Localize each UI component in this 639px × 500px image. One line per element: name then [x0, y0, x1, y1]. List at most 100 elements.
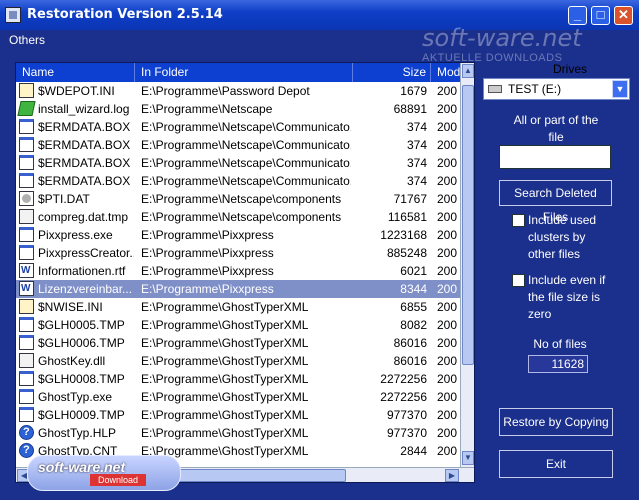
watermark-logo: soft-ware.net — [422, 24, 582, 52]
file-icon — [19, 299, 34, 314]
drive-icon — [488, 85, 502, 93]
table-row[interactable]: PixxpressCreator... E:\Programme\Pixxpres… — [16, 244, 460, 262]
table-row[interactable]: Informationen.rtf E:\Programme\Pixxpress 6… — [16, 262, 460, 280]
restore-by-copying-button[interactable]: Restore by Copying — [499, 408, 613, 436]
vertical-scroll-thumb[interactable] — [462, 85, 474, 365]
cell-name: $ERMDATA.BOX — [38, 138, 131, 152]
list-rows: $WDEPOT.INI E:\Programme\Password Depot 16… — [16, 82, 460, 466]
file-icon — [19, 353, 34, 368]
cell-size: 374 — [406, 156, 427, 170]
cell-name: GhostKey.dll — [38, 354, 106, 368]
vertical-scrollbar[interactable]: ▲ ▼ — [460, 63, 474, 467]
table-row[interactable]: GhostTyp.exe E:\Programme\GhostTyperXML 22… — [16, 388, 460, 406]
cell-name: $PTI.DAT — [38, 192, 90, 206]
cell-folder: E:\Programme\GhostTyperXML — [141, 372, 309, 386]
file-count-label: No of files — [533, 337, 587, 351]
cell-size: 374 — [406, 174, 427, 188]
file-icon — [19, 119, 34, 134]
horizontal-scroll-thumb[interactable] — [176, 469, 346, 482]
cell-mod: 200 — [437, 174, 458, 188]
cell-name: $NWISE.INI — [38, 300, 103, 314]
cell-folder: E:\Programme\Pixxpress — [141, 282, 274, 296]
drive-select[interactable]: TEST (E:) ▼ — [483, 78, 630, 100]
cell-mod: 200 — [437, 210, 458, 224]
cell-size: 977370 — [386, 408, 427, 422]
exit-button[interactable]: Exit — [499, 450, 613, 478]
menu-others[interactable]: Others — [9, 33, 45, 47]
file-icon — [19, 83, 34, 98]
cell-folder: E:\Programme\GhostTyperXML — [141, 300, 309, 314]
file-icon — [19, 191, 34, 206]
cell-mod: 200 — [437, 354, 458, 368]
cell-size: 2844 — [400, 444, 427, 458]
file-list[interactable]: Name In Folder Size Mod $WDEPOT.INI E:\Pr… — [15, 62, 475, 483]
help-file-icon — [19, 423, 34, 441]
cell-folder: E:\Programme\GhostTyperXML — [141, 408, 309, 422]
table-row[interactable]: $GLH0006.TMP E:\Programme\GhostTyperXML 86… — [16, 334, 460, 352]
include-used-clusters-label: Include used clusters by other files — [528, 213, 597, 261]
chevron-down-icon[interactable]: ▼ — [612, 80, 628, 98]
file-icon — [19, 335, 34, 350]
cell-folder: E:\Programme\Netscape — [141, 102, 273, 116]
cell-size: 1223168 — [380, 228, 427, 242]
table-row[interactable]: $NWISE.INI E:\Programme\GhostTyperXML 6855… — [16, 298, 460, 316]
cell-size: 6021 — [400, 264, 427, 278]
scroll-right-arrow-icon[interactable]: ▶ — [445, 469, 459, 482]
cell-name: GhostTyp.exe — [38, 390, 113, 404]
cell-folder: E:\Programme\GhostTyperXML — [141, 318, 309, 332]
column-header-folder[interactable]: In Folder — [135, 63, 353, 82]
scroll-down-arrow-icon[interactable]: ▼ — [462, 451, 474, 465]
cell-size: 71767 — [393, 192, 427, 206]
column-header-size[interactable]: Size — [353, 63, 431, 82]
maximize-button[interactable]: □ — [591, 6, 610, 25]
table-row[interactable]: $ERMDATA.BOX E:\Programme\Netscape\Commun… — [16, 136, 460, 154]
table-row[interactable]: Pixxpress.exe E:\Programme\Pixxpress 12231… — [16, 226, 460, 244]
minimize-button[interactable]: _ — [568, 6, 587, 25]
cell-size: 1679 — [400, 84, 427, 98]
file-icon — [19, 209, 34, 224]
scroll-up-arrow-icon[interactable]: ▲ — [462, 64, 474, 78]
include-zero-size-checkbox[interactable] — [512, 274, 525, 287]
cell-name: $GLH0005.TMP — [38, 318, 125, 332]
table-row[interactable]: $PTI.DAT E:\Programme\Netscape\components… — [16, 190, 460, 208]
cell-name: install_wizard.log — [38, 102, 130, 116]
table-row[interactable]: install_wizard.log E:\Programme\Netscape 6… — [16, 100, 460, 118]
window-title: Restoration Version 2.5.14 — [27, 7, 223, 22]
table-row[interactable]: GhostTyp.HLP E:\Programme\GhostTyperXML 97… — [16, 423, 460, 442]
search-label: All or part of the file — [513, 113, 599, 144]
search-deleted-files-button[interactable]: Search Deleted Files — [499, 180, 612, 224]
search-input[interactable] — [499, 145, 611, 169]
table-row[interactable]: Lizenzvereinbar... E:\Programme\Pixxpress… — [16, 280, 460, 298]
cell-size: 6855 — [400, 300, 427, 314]
cell-name: compreg.dat.tmp — [38, 210, 129, 224]
app-window: Restoration Version 2.5.14 _ □ ✕ Others … — [0, 0, 639, 500]
table-row[interactable]: $GLH0005.TMP E:\Programme\GhostTyperXML 80… — [16, 316, 460, 334]
table-row[interactable]: compreg.dat.tmp E:\Programme\Netscape\com… — [16, 208, 460, 226]
drives-label: Drives — [552, 62, 587, 76]
table-row[interactable]: $ERMDATA.BOX E:\Programme\Netscape\Commun… — [16, 154, 460, 172]
cell-name: $GLH0006.TMP — [38, 336, 125, 350]
table-row[interactable]: GhostKey.dll E:\Programme\GhostTyperXML 86… — [16, 352, 460, 370]
cell-size: 8082 — [400, 318, 427, 332]
cell-folder: E:\Programme\Netscape\components — [141, 210, 342, 224]
cell-size: 374 — [406, 120, 427, 134]
cell-name: $WDEPOT.INI — [38, 84, 115, 98]
cell-name: $GLH0009.TMP — [38, 408, 125, 422]
cell-name: Informationen.rtf — [38, 264, 126, 278]
table-row[interactable]: $GLH0009.TMP E:\Programme\GhostTyperXML 97… — [16, 406, 460, 424]
table-row[interactable]: $WDEPOT.INI E:\Programme\Password Depot 16… — [16, 82, 460, 100]
cell-mod: 200 — [437, 318, 458, 332]
table-row[interactable]: $GLH0008.TMP E:\Programme\GhostTyperXML 22… — [16, 370, 460, 388]
table-row[interactable]: $ERMDATA.BOX E:\Programme\Netscape\Commun… — [16, 118, 460, 136]
table-row[interactable]: $ERMDATA.BOX E:\Programme\Netscape\Commun… — [16, 172, 460, 190]
column-header-name[interactable]: Name — [16, 63, 135, 82]
cell-folder: E:\Programme\GhostTyperXML — [141, 354, 309, 368]
column-header-modified[interactable]: Mod — [431, 63, 461, 82]
close-button[interactable]: ✕ — [614, 6, 633, 25]
include-used-clusters-checkbox[interactable] — [512, 214, 525, 227]
cell-size: 68891 — [393, 102, 427, 116]
file-icon — [19, 137, 34, 152]
cell-mod: 200 — [437, 372, 458, 386]
cell-mod: 200 — [437, 300, 458, 314]
cell-name: Pixxpress.exe — [38, 228, 113, 242]
